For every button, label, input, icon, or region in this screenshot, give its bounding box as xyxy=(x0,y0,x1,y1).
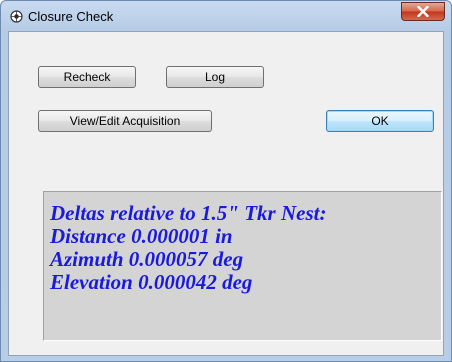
close-icon xyxy=(417,6,429,17)
dialog-client-area: Recheck Log View/Edit Acquisition OK Del… xyxy=(8,31,444,356)
log-button[interactable]: Log xyxy=(166,66,264,88)
distance-result: Distance 0.000001 in xyxy=(50,224,233,248)
recheck-button[interactable]: Recheck xyxy=(38,66,136,88)
ok-button[interactable]: OK xyxy=(326,110,434,132)
title-bar[interactable]: Closure Check xyxy=(1,1,451,31)
app-icon xyxy=(10,10,23,23)
elevation-result: Elevation 0.000042 deg xyxy=(50,270,253,294)
window-title: Closure Check xyxy=(28,9,114,24)
results-heading: Deltas relative to 1.5" Tkr Nest: xyxy=(50,201,327,225)
azimuth-result: Azimuth 0.000057 deg xyxy=(50,247,244,271)
closure-check-window: Closure Check Recheck Log View/Edit Acqu… xyxy=(0,0,452,362)
view-edit-acquisition-button[interactable]: View/Edit Acquisition xyxy=(38,110,212,132)
close-button[interactable] xyxy=(401,2,445,21)
results-panel: Deltas relative to 1.5" Tkr Nest: Distan… xyxy=(43,191,442,341)
